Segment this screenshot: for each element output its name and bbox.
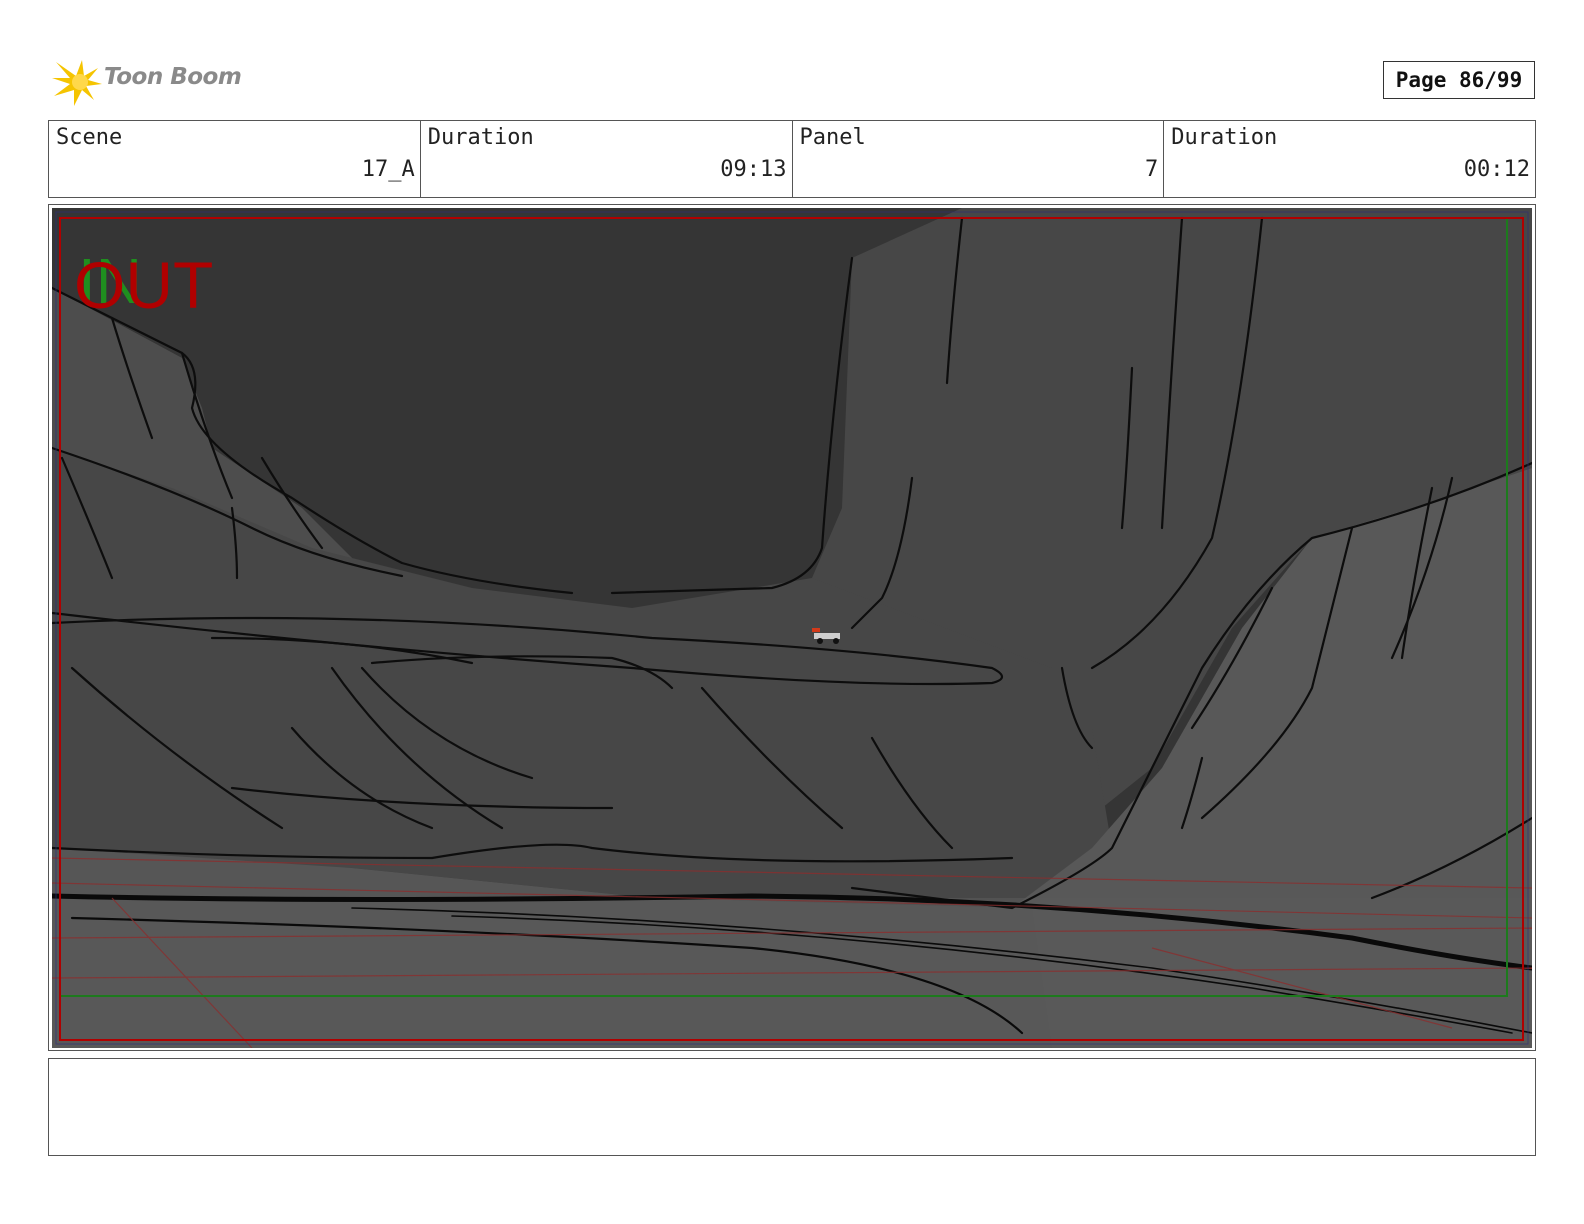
panel-notes-box [48, 1058, 1536, 1156]
panel-duration-label: Duration [1171, 125, 1278, 150]
storyboard-panel-image: IN OUT [52, 208, 1532, 1048]
toon-boom-logo: Toon Boom [52, 56, 252, 108]
panel-label: Panel [799, 125, 866, 150]
out-marker: OUT [74, 248, 213, 322]
starburst-icon [52, 60, 102, 106]
scene-value: 17_A [361, 157, 415, 182]
panel-cell: Panel 7 [793, 121, 1165, 197]
panel-value: 7 [1145, 157, 1159, 182]
scene-cell: Scene 17_A [49, 121, 421, 197]
scene-label: Scene [56, 125, 123, 150]
panel-duration-cell: Duration 00:12 [1164, 121, 1535, 197]
panel-duration-value: 00:12 [1463, 157, 1530, 182]
scene-duration-cell: Duration 09:13 [421, 121, 793, 197]
scene-duration-value: 09:13 [720, 157, 787, 182]
page-indicator: Page 86/99 [1383, 61, 1535, 99]
scene-info-table: Scene 17_A Duration 09:13 Panel 7 Durati… [48, 120, 1536, 198]
scene-duration-label: Duration [427, 125, 534, 150]
brand-name: Toon Boom [104, 64, 242, 90]
